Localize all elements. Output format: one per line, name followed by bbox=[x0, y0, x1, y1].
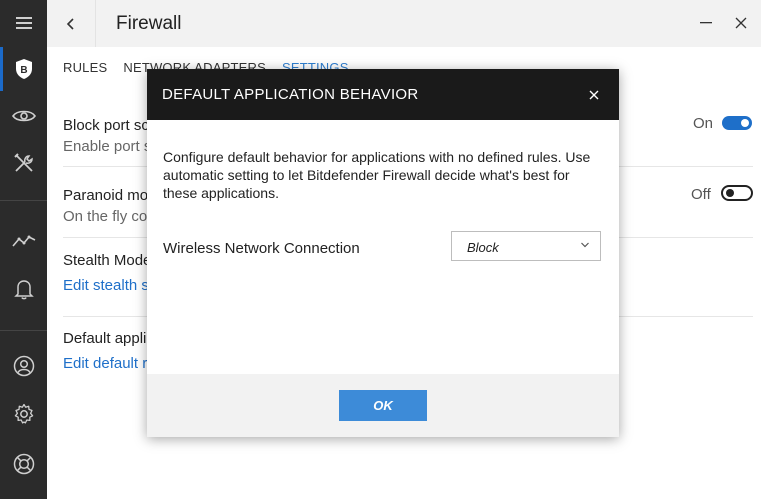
dialog-header: DEFAULT APPLICATION BEHAVIOR bbox=[147, 69, 619, 120]
dialog-title: DEFAULT APPLICATION BEHAVIOR bbox=[162, 86, 419, 103]
default-application-behavior-dialog: DEFAULT APPLICATION BEHAVIOR Configure d… bbox=[147, 69, 619, 437]
close-icon bbox=[589, 90, 599, 100]
dialog-description: Configure default behavior for applicati… bbox=[163, 149, 591, 201]
chevron-down-icon bbox=[581, 242, 589, 248]
modal-overlay: DEFAULT APPLICATION BEHAVIOR Configure d… bbox=[0, 0, 761, 499]
dialog-close-button[interactable] bbox=[585, 86, 603, 104]
behavior-select[interactable]: Block bbox=[451, 231, 601, 261]
network-connection-label: Wireless Network Connection bbox=[163, 240, 360, 257]
ok-button[interactable]: OK bbox=[339, 390, 427, 421]
behavior-select-value: Block bbox=[467, 240, 499, 255]
dialog-footer: OK bbox=[147, 374, 619, 437]
